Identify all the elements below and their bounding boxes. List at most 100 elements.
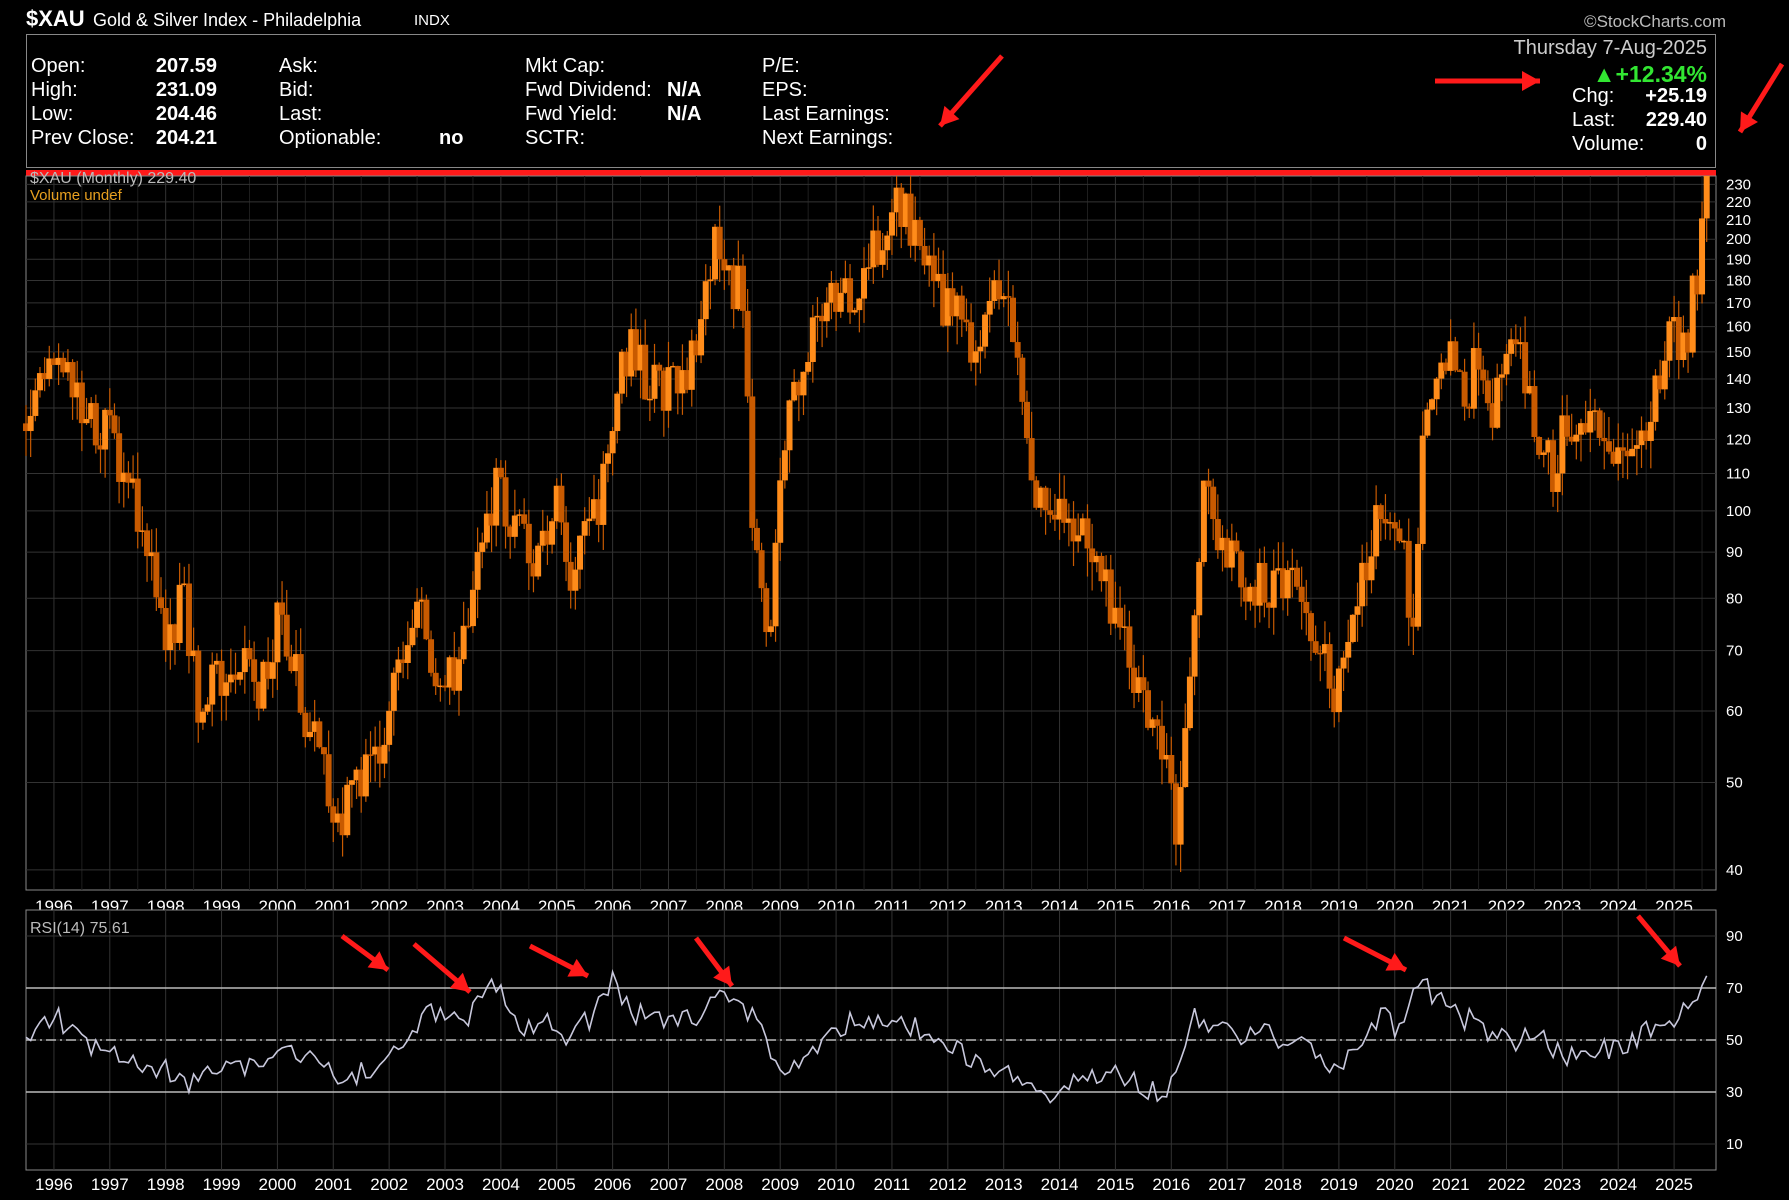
price-candle-body xyxy=(847,278,854,313)
price-candle-body xyxy=(1540,452,1547,455)
price-candle-body xyxy=(1503,353,1510,375)
price-candle-body xyxy=(702,281,709,320)
rsi-x-tick-label: 2010 xyxy=(817,1175,855,1194)
price-candle-body xyxy=(763,588,770,633)
price-candle-body xyxy=(549,521,556,545)
price-candle-body xyxy=(656,364,663,371)
price-y-tick-label: 200 xyxy=(1726,231,1751,248)
price-candle-body xyxy=(409,627,416,646)
price-y-tick-label: 230 xyxy=(1726,176,1751,193)
price-candle-body xyxy=(1405,540,1412,618)
price-candle-body xyxy=(604,453,611,464)
price-candle-body xyxy=(428,639,435,673)
chart-canvas: 1996 1997 1998 1999 2000 2001 2002 2003 2004 2005… xyxy=(23,54,1785,1194)
price-candle-body xyxy=(665,367,672,411)
price-candle-body xyxy=(1475,348,1482,370)
price-candle-body xyxy=(767,626,774,633)
price-candle-body xyxy=(283,614,290,657)
price-candle-body xyxy=(390,672,397,711)
price-candle-body xyxy=(1605,441,1612,452)
price-y-tick-label: 50 xyxy=(1726,774,1743,791)
price-candle-body xyxy=(367,754,374,756)
price-candle-body xyxy=(269,662,276,679)
rsi-x-tick-label: 2012 xyxy=(929,1175,967,1194)
rsi-x-tick-label: 2004 xyxy=(482,1175,520,1194)
price-candle-body xyxy=(851,310,858,313)
price-candle-body xyxy=(497,467,504,478)
rsi-x-tick-label: 2019 xyxy=(1320,1175,1358,1194)
rsi-x-tick-label: 2006 xyxy=(594,1175,632,1194)
price-candle-body xyxy=(916,219,923,246)
price-candle-body xyxy=(1531,386,1538,437)
price-candle-body xyxy=(1601,437,1608,442)
price-candle-body xyxy=(1335,668,1342,713)
price-candle-body xyxy=(1205,480,1212,487)
price-candle-body xyxy=(1293,567,1300,587)
price-candle-body xyxy=(1564,415,1571,437)
price-candle-body xyxy=(83,418,90,424)
rsi-y-tick-label: 50 xyxy=(1726,1032,1743,1049)
rsi-x-tick-label: 2021 xyxy=(1432,1175,1470,1194)
price-candle-body xyxy=(1009,297,1016,343)
price-candle-body xyxy=(1647,421,1654,441)
price-candle-body xyxy=(32,390,39,416)
price-candle-body xyxy=(1196,562,1203,616)
price-candle-body xyxy=(1340,657,1347,669)
price-candle-body xyxy=(1042,487,1049,511)
price-candle-body xyxy=(781,450,788,481)
price-y-tick-label: 140 xyxy=(1726,371,1751,388)
price-candle-body xyxy=(1456,370,1463,372)
price-candle-body xyxy=(958,295,965,320)
price-candle-body xyxy=(1182,728,1189,788)
price-candle-body xyxy=(1238,551,1245,588)
price-candle-body xyxy=(1494,377,1501,428)
rsi-y-tick-label: 30 xyxy=(1726,1084,1743,1101)
price-candle-body xyxy=(1168,755,1175,784)
price-candle-body xyxy=(144,530,151,557)
rsi-chart-title: RSI(14) 75.61 xyxy=(30,920,130,937)
price-candle-body xyxy=(102,409,109,450)
price-candle-body xyxy=(348,780,355,785)
rsi-x-tick-label: 2013 xyxy=(985,1175,1023,1194)
price-candle-body xyxy=(1699,218,1706,295)
price-candle-body xyxy=(586,518,593,522)
price-candle-body xyxy=(185,583,192,657)
rsi-x-tick-label: 2016 xyxy=(1152,1175,1190,1194)
rsi-y-tick-label: 10 xyxy=(1726,1136,1743,1153)
price-candle-body xyxy=(600,463,607,525)
rsi-x-tick-label: 2000 xyxy=(258,1175,296,1194)
price-candle-body xyxy=(1419,435,1426,544)
price-candle-body xyxy=(1158,725,1165,760)
rsi-x-tick-label: 2008 xyxy=(705,1175,743,1194)
price-candle-body xyxy=(646,398,653,401)
price-candle-body xyxy=(1200,480,1207,563)
price-candle-body xyxy=(306,731,313,738)
price-candle-body xyxy=(963,319,970,323)
price-candle-body xyxy=(209,664,216,705)
price-candle-body xyxy=(78,382,85,424)
rsi-y-tick-label: 70 xyxy=(1726,980,1743,997)
price-candle-body xyxy=(861,268,868,299)
price-candle-body xyxy=(1619,447,1626,451)
price-candle-body xyxy=(716,226,723,260)
price-y-tick-label: 220 xyxy=(1726,194,1751,211)
price-candle-body xyxy=(1377,505,1384,519)
price-candle-body xyxy=(879,250,886,265)
price-candle-body xyxy=(800,371,807,396)
price-y-tick-label: 70 xyxy=(1726,643,1743,660)
price-candle-body xyxy=(1522,342,1529,394)
price-candle-body xyxy=(1154,719,1161,726)
price-candle-body xyxy=(134,478,141,532)
annotation-arrow-icon xyxy=(938,54,1004,128)
price-y-tick-label: 190 xyxy=(1726,251,1751,268)
annotation-arrow-head xyxy=(1522,71,1540,91)
rsi-x-tick-label: 2024 xyxy=(1599,1175,1637,1194)
price-candle-body xyxy=(1480,369,1487,381)
price-candle-body xyxy=(749,396,756,528)
price-candle-body xyxy=(204,704,211,712)
price-candle-body xyxy=(27,415,34,432)
price-candle-body xyxy=(1326,644,1333,689)
price-candle-body xyxy=(414,601,421,628)
price-candle-body xyxy=(1424,409,1431,436)
price-candle-body xyxy=(1303,601,1310,614)
